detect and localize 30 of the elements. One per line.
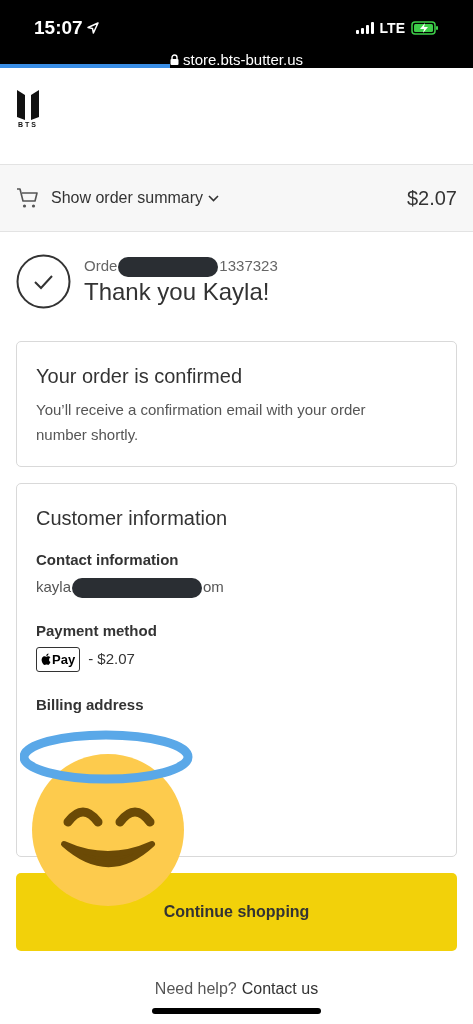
order-summary-toggle[interactable]: Show order summary $2.07 [0,164,473,232]
email-text: kayla [36,576,72,597]
payment-amount: - $2.07 [88,649,135,669]
url-text[interactable]: store.bts-butter.us [182,48,304,71]
cart-icon [16,187,40,209]
help-text: Need help? [154,979,237,999]
order-number: Orde [84,256,118,277]
network-label: LTE [379,18,405,38]
card-title: Customer information [36,506,229,531]
chevron-down-icon [208,194,220,202]
card-title: Your order is confirmed [36,364,244,389]
section-label: Payment method [36,621,158,641]
check-circle-icon [16,254,71,309]
signal-icon [355,22,374,35]
thank-you-heading: Thank you Kayla! [84,276,271,307]
clock-time: 15:07 [34,16,83,40]
location-arrow-icon [86,22,99,35]
section-label: Contact information [36,550,180,570]
battery-charging-icon [411,21,439,36]
apple-icon [41,653,51,666]
logo-mark-icon [17,90,39,120]
continue-shopping-button[interactable]: Continue shopping [16,873,457,951]
order-total: $2.07 [406,186,457,211]
confirmation-text: You’ll receive a confirmation email with your order number shortly. [36,400,367,445]
lock-icon [169,54,179,66]
order-number: 1337323 [219,256,278,277]
email-text: om [203,576,224,597]
apple-pay-badge: Pay [36,646,81,672]
contact-us-link[interactable]: Contact us [241,977,319,1001]
section-label: Billing address [36,695,145,715]
